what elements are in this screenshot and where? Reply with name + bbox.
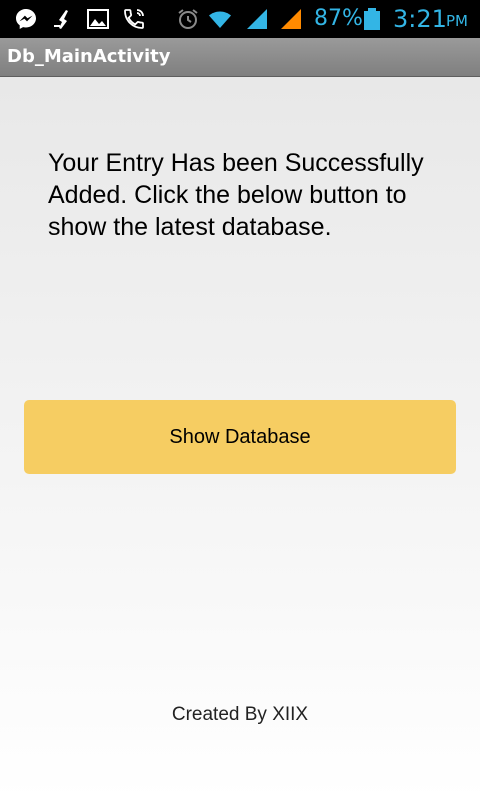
alarm-icon [176,7,200,31]
gallery-icon [86,7,110,31]
screen: 87% 3:21 PM Db_MainActivity Your Entry H… [0,0,480,800]
battery-percent: 87% [314,6,363,31]
battery-icon [362,7,382,31]
messenger-icon [14,7,38,31]
app-title: Db_MainActivity [7,46,171,67]
action-bar: Db_MainActivity [0,38,480,77]
status-bar: 87% 3:21 PM [0,0,480,38]
wifi-icon [208,7,232,31]
clock-time: 3:21 [393,5,447,33]
show-database-button[interactable]: Show Database [24,400,456,474]
main-content: Your Entry Has been Successfully Added. … [0,77,480,800]
signal-blue-icon [245,7,269,31]
cleaner-icon [50,7,74,31]
show-database-label: Show Database [169,425,311,448]
clock-ampm: PM [446,12,468,30]
signal-orange-icon [279,7,303,31]
success-message: Your Entry Has been Successfully Added. … [48,149,424,241]
footer-credit: Created By XIIX [171,704,309,725]
phone-call-icon [122,7,146,31]
